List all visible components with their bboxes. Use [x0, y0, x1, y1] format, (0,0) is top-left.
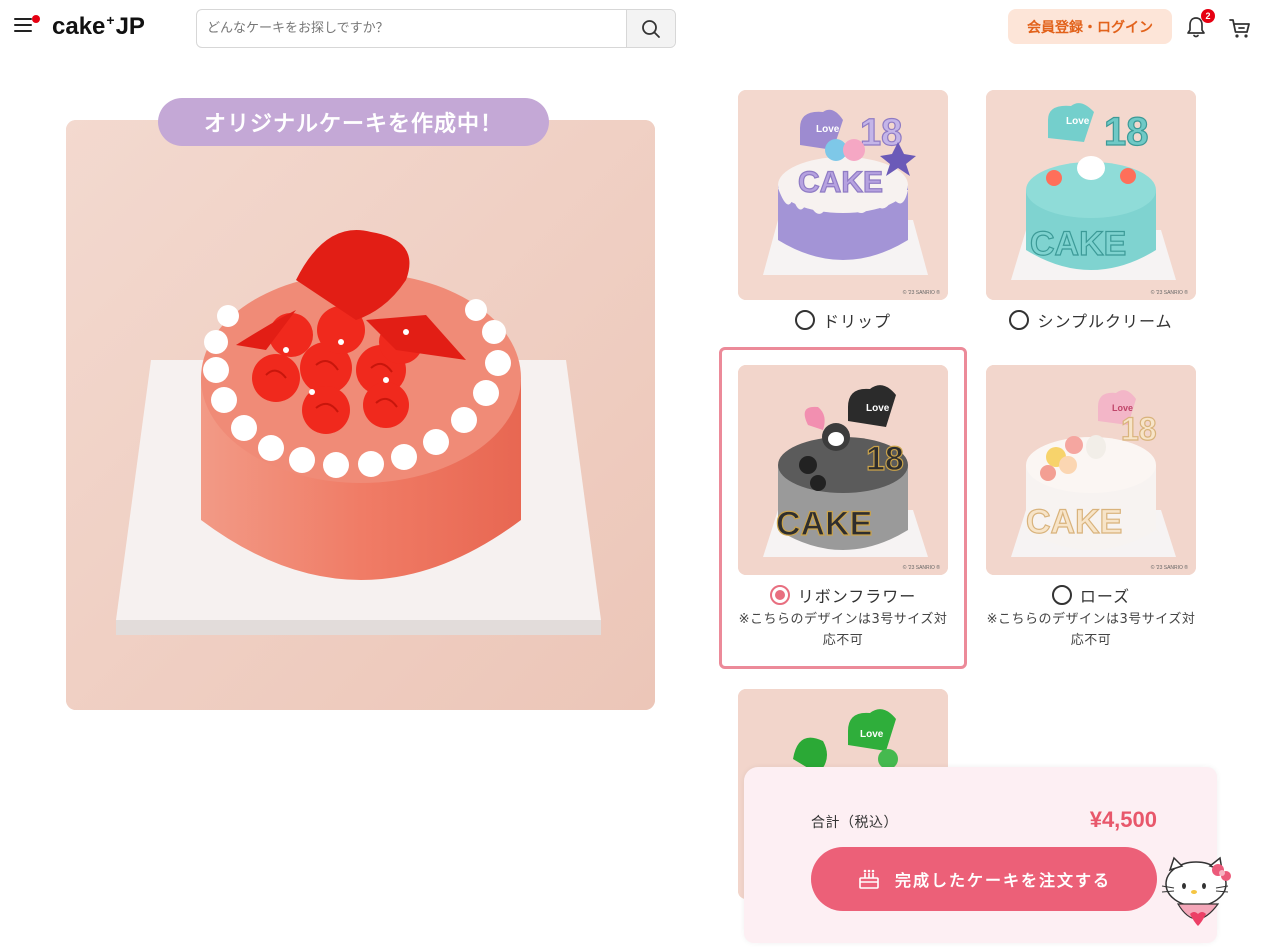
search-input[interactable] — [207, 10, 617, 47]
design-radio-simple-cream[interactable]: シンプルクリーム — [986, 308, 1196, 332]
logo[interactable]: cake+JP — [52, 12, 145, 41]
design-thumb-drip[interactable]: Love 18 CAKE © '23 SANRIO ® — [738, 90, 948, 300]
notification-button[interactable]: 2 — [1184, 9, 1215, 39]
svg-text:CAKE: CAKE — [1026, 503, 1122, 541]
header: cake+JP 会員登録・ログイン 2 — [0, 0, 1278, 56]
cart-icon — [1229, 19, 1250, 38]
svg-text:18: 18 — [1121, 411, 1157, 447]
notification-badge: 2 — [1201, 9, 1215, 23]
design-label: シンプルクリーム — [1037, 312, 1173, 331]
order-button-label: 完成したケーキを注文する — [894, 871, 1111, 890]
svg-text:Love: Love — [860, 729, 884, 740]
search-button[interactable] — [626, 10, 675, 47]
design-thumb-rose[interactable]: Love 18 CAKE © '23 SANRIO ® — [986, 365, 1196, 575]
radio-button[interactable] — [1051, 585, 1072, 605]
total-label: 合計（税込） — [811, 815, 898, 831]
svg-text:CAKE: CAKE — [776, 505, 872, 543]
order-button[interactable]: 完成したケーキを注文する — [811, 847, 1157, 911]
radio-button-checked[interactable] — [769, 585, 790, 605]
search-icon — [642, 19, 660, 38]
design-thumb-simple-cream[interactable]: Love 18 CAKE © '23 SANRIO ® — [986, 90, 1196, 300]
cake-preview-image — [66, 120, 655, 710]
radio-button[interactable] — [794, 310, 815, 330]
copyright-text: © '23 SANRIO ® — [1150, 565, 1188, 571]
copyright-text: © '23 SANRIO ® — [1150, 290, 1188, 296]
creating-banner: オリジナルケーキを作成中！ — [158, 98, 549, 146]
design-radio-rose[interactable]: ローズ — [986, 583, 1196, 607]
design-thumb-ribbon-flower[interactable]: Love 18 CAKE © '23 SANRIO ® — [738, 365, 948, 575]
size-note: ※こちらのデザインは3号サイズ対応不可 — [738, 612, 948, 648]
kitty-mascot — [1160, 856, 1236, 936]
svg-text:CAKE: CAKE — [798, 166, 883, 199]
copyright-text: © '23 SANRIO ® — [902, 290, 940, 296]
design-label: ドリップ — [822, 312, 891, 331]
svg-text:CAKE: CAKE — [1030, 225, 1126, 263]
login-button[interactable]: 会員登録・ログイン — [1008, 9, 1172, 44]
size-note: ※こちらのデザインは3号サイズ対応不可 — [986, 612, 1196, 648]
design-radio-drip[interactable]: ドリップ — [738, 308, 948, 332]
design-label: ローズ — [1079, 587, 1131, 606]
order-panel: 合計（税込） ¥4,500 完成したケーキを注文する — [744, 767, 1217, 943]
search-box — [196, 9, 676, 48]
svg-text:18: 18 — [866, 440, 904, 478]
menu-icon[interactable] — [14, 15, 40, 38]
svg-text:Love: Love — [1066, 116, 1090, 127]
menu-notification-dot — [32, 15, 40, 23]
design-label: リボンフラワー — [797, 587, 917, 606]
svg-text:Love: Love — [816, 124, 840, 135]
design-radio-ribbon-flower[interactable]: リボンフラワー — [738, 583, 948, 607]
copyright-text: © '23 SANRIO ® — [902, 565, 940, 571]
cart-button[interactable] — [1228, 17, 1252, 39]
cake-icon — [859, 869, 879, 889]
total-price: ¥4,500 — [1089, 807, 1157, 832]
svg-text:Love: Love — [866, 403, 890, 414]
svg-text:18: 18 — [1104, 110, 1149, 154]
radio-button[interactable] — [1009, 310, 1030, 330]
